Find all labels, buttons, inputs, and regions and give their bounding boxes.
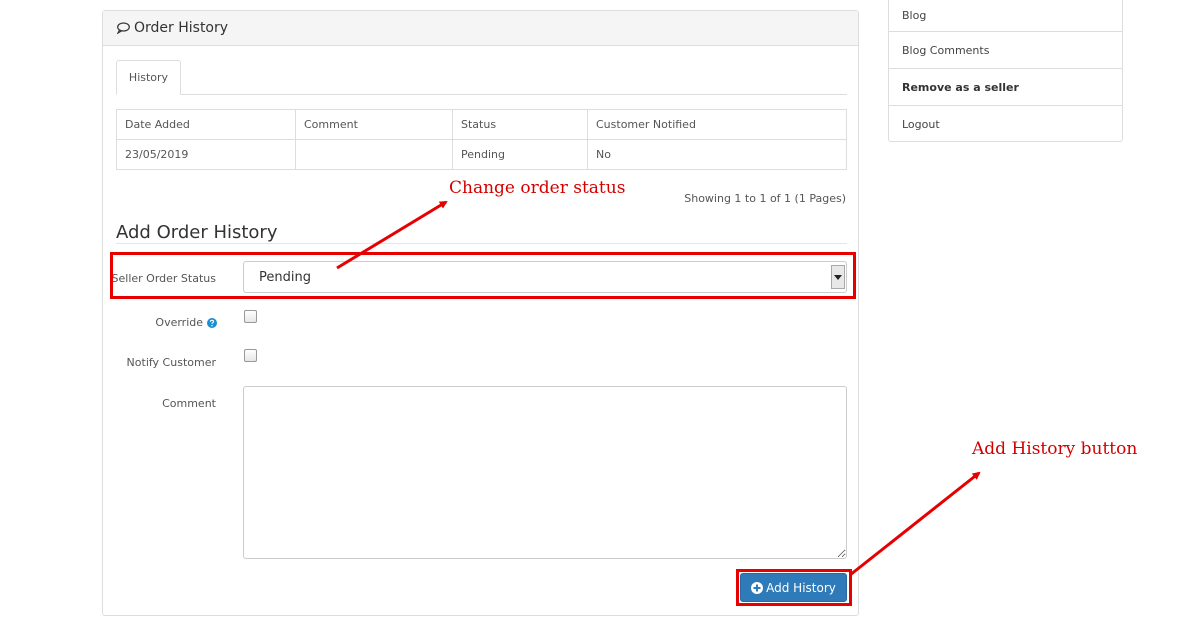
add-history-label: Add History: [766, 580, 836, 595]
chevron-down-icon[interactable]: [831, 265, 845, 289]
override-label-row: Override: [103, 316, 217, 329]
panel-heading: Order History: [103, 11, 858, 46]
status-label: Seller Order Status: [111, 272, 216, 285]
add-history-legend: Add Order History: [116, 223, 847, 244]
notify-customer-checkbox[interactable]: [244, 349, 257, 362]
column-header-date: Date Added: [116, 109, 296, 140]
sidebar-item-label: Blog: [902, 9, 927, 22]
override-checkbox[interactable]: [244, 310, 257, 323]
column-header-status: Status: [452, 109, 588, 140]
column-header-comment: Comment: [295, 109, 453, 140]
override-label: Override: [155, 316, 203, 329]
table-row: 23/05/2019 Pending No: [116, 139, 847, 170]
account-sidebar: Blog Blog Comments Remove as a seller Lo…: [888, 0, 1123, 142]
cell-status: Pending: [452, 139, 588, 170]
add-history-button[interactable]: Add History: [740, 573, 847, 602]
notify-label: Notify Customer: [126, 356, 216, 369]
cell-notified: No: [587, 139, 847, 170]
table-header-row: Date Added Comment Status Customer Notif…: [116, 109, 847, 140]
sidebar-item-label: Logout: [902, 117, 940, 131]
tab-bar: History: [116, 60, 847, 95]
button-annotation: Add History button: [972, 439, 1138, 459]
status-annotation: Change order status: [449, 178, 626, 198]
sidebar-item-logout[interactable]: Logout: [889, 105, 1122, 142]
order-history-panel: Order History History Date Added Comment…: [102, 10, 859, 616]
tab-history[interactable]: History: [116, 60, 181, 95]
sidebar-item-remove-seller[interactable]: Remove as a seller: [889, 68, 1122, 105]
speech-bubble-icon: [116, 22, 130, 34]
pagination-info: Showing 1 to 1 of 1 (1 Pages): [684, 192, 846, 205]
column-header-notified: Customer Notified: [587, 109, 847, 140]
history-table: Date Added Comment Status Customer Notif…: [116, 109, 847, 170]
order-status-select[interactable]: Pending: [243, 261, 847, 293]
sidebar-item-blog[interactable]: Blog: [889, 0, 1122, 31]
cell-comment: [295, 139, 453, 170]
tab-label: History: [128, 71, 169, 84]
panel-title: Order History: [134, 20, 229, 36]
sidebar-item-label: Blog Comments: [902, 43, 990, 57]
sidebar-item-blog-comments[interactable]: Blog Comments: [889, 31, 1122, 68]
sidebar-item-label: Remove as a seller: [902, 80, 1019, 94]
comment-textarea[interactable]: [243, 386, 847, 559]
order-status-value: Pending: [259, 269, 311, 285]
button-arrow: [849, 471, 981, 577]
comment-label: Comment: [162, 397, 216, 410]
cell-date: 23/05/2019: [116, 139, 296, 170]
plus-circle-icon: [751, 581, 764, 594]
help-icon[interactable]: [207, 317, 217, 328]
